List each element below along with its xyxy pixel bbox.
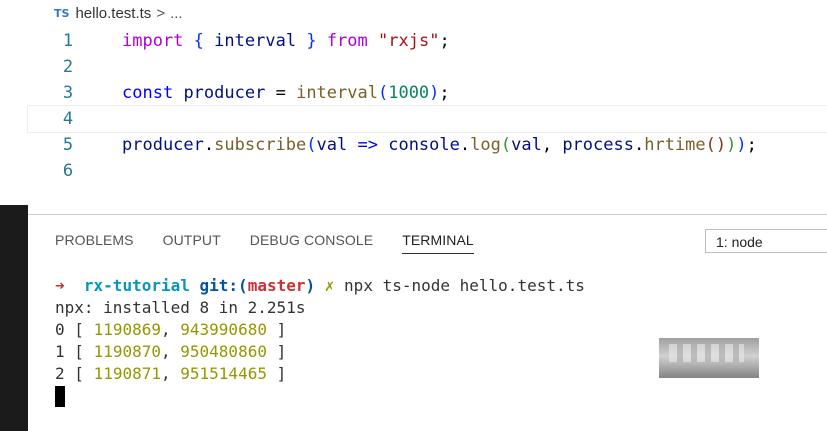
output-bracket: ]	[276, 320, 287, 339]
typescript-file-icon: TS	[54, 6, 70, 20]
token-paren: )	[429, 83, 440, 103]
output-value: 1190869	[93, 320, 161, 339]
token-punctuation: .	[203, 135, 215, 155]
output-value: 950480860	[180, 342, 267, 361]
output-bracket: ]	[276, 342, 287, 361]
token-brace: }	[306, 31, 317, 51]
terminal-output-row: 0 [ 1190869, 943990680 ]	[55, 320, 287, 339]
output-bracket: [	[74, 342, 84, 361]
token-operator: =>	[357, 135, 378, 155]
token-keyword: const	[122, 83, 174, 103]
terminal-output-row: 2 [ 1190871, 951514465 ]	[55, 364, 287, 383]
line-number: 4	[62, 109, 74, 129]
token-punctuation: ,	[541, 135, 553, 155]
token-paren: (	[306, 135, 317, 155]
line-number: 6	[62, 161, 74, 181]
output-bracket: ]	[276, 364, 287, 383]
token-keyword: import	[122, 31, 184, 51]
token-number: 1000	[388, 83, 430, 103]
panel-tabs: PROBLEMS OUTPUT DEBUG CONSOLE TERMINAL	[55, 232, 503, 254]
token-operator: =	[275, 83, 286, 103]
tab-problems[interactable]: PROBLEMS	[55, 232, 134, 254]
output-bracket: [	[74, 364, 84, 383]
token-string: "rxjs"	[378, 31, 440, 51]
dirty-mark-icon: ✗	[324, 276, 335, 295]
line-number: 3	[62, 83, 74, 103]
token-function: subscribe	[214, 135, 307, 155]
token-paren: )	[726, 135, 737, 155]
line-number: 1	[62, 31, 74, 51]
terminal-prompt-line: ➜ rx-tutorial git:(master) ✗ npx ts-node…	[55, 275, 585, 297]
token-paren: )	[736, 135, 747, 155]
output-value: 943990680	[180, 320, 267, 339]
output-index: 0	[55, 320, 65, 339]
output-value: 1190870	[93, 342, 161, 361]
token-identifier: producer	[122, 135, 204, 155]
video-thumbnail	[659, 338, 759, 378]
terminal-cursor-line	[55, 385, 585, 407]
terminal-command: npx ts-node hello.test.ts	[344, 276, 585, 295]
git-label-close: )	[305, 276, 316, 295]
token-identifier: val	[316, 135, 348, 155]
token-identifier: console	[388, 135, 460, 155]
breadcrumb-file[interactable]: hello.test.ts	[75, 5, 151, 22]
terminal-cursor	[55, 386, 65, 407]
prompt-directory: rx-tutorial	[83, 276, 190, 295]
tab-terminal[interactable]: TERMINAL	[402, 232, 474, 254]
code-line-2[interactable]: 2	[28, 54, 827, 80]
token-paren: (	[500, 135, 512, 155]
left-edge-top	[0, 0, 28, 205]
token-punctuation: ;	[439, 83, 450, 103]
code-editor[interactable]: TS hello.test.ts > ... 1 import { interv…	[27, 0, 827, 215]
git-label: git:(	[199, 276, 248, 295]
code-line-5[interactable]: 5 producer.subscribe(val => console.log(…	[28, 132, 827, 158]
terminal-line: npx: installed 8 in 2.251s	[55, 298, 306, 317]
chevron-right-icon: >	[156, 4, 166, 22]
token-identifier: process	[562, 135, 634, 155]
output-value: 1190871	[93, 364, 161, 383]
code-text: producer.subscribe(val => console.log(va…	[122, 132, 757, 158]
token-function: log	[470, 135, 501, 155]
code-text: import { interval } from "rxjs";	[122, 28, 450, 54]
window-left-edge	[0, 0, 28, 431]
code-line-4[interactable]: 4	[27, 105, 827, 133]
output-value: 951514465	[180, 364, 267, 383]
output-bracket: [	[74, 320, 84, 339]
output-index: 2	[55, 364, 65, 383]
tab-debug-console[interactable]: DEBUG CONSOLE	[250, 232, 373, 254]
code-line-3[interactable]: 3 const producer = interval(1000);	[28, 80, 827, 106]
code-area[interactable]: 1 import { interval } from "rxjs"; 2 3 c…	[27, 28, 827, 184]
panel-divider	[28, 214, 827, 215]
token-brace: {	[193, 31, 204, 51]
token-keyword: from	[326, 31, 368, 51]
code-line-6[interactable]: 6	[28, 158, 827, 184]
git-branch: master	[247, 276, 306, 295]
code-line-1[interactable]: 1 import { interval } from "rxjs";	[28, 28, 827, 54]
token-function: hrtime	[644, 135, 706, 155]
breadcrumb-ellipsis[interactable]: ...	[170, 5, 183, 22]
terminal-output[interactable]: ➜ rx-tutorial git:(master) ✗ npx ts-node…	[55, 275, 585, 407]
token-punctuation: .	[633, 135, 645, 155]
token-function: interval	[296, 83, 378, 103]
token-paren: (	[377, 83, 389, 103]
token-paren: ()	[705, 135, 727, 155]
token-punctuation: ;	[746, 135, 757, 155]
line-number: 5	[62, 135, 74, 155]
token-identifier: producer	[183, 83, 266, 103]
output-index: 1	[55, 342, 65, 361]
terminal-output-row: 1 [ 1190870, 950480860 ]	[55, 342, 287, 361]
prompt-arrow-icon: ➜	[55, 276, 65, 295]
token-identifier: val	[511, 135, 542, 155]
line-number: 2	[62, 57, 74, 77]
token-identifier: interval	[214, 31, 297, 51]
breadcrumb[interactable]: TS hello.test.ts > ...	[54, 3, 183, 23]
terminal-select[interactable]: 1: node	[705, 229, 827, 253]
token-punctuation: ;	[439, 31, 450, 51]
tab-output[interactable]: OUTPUT	[163, 232, 221, 254]
code-text: const producer = interval(1000);	[122, 80, 450, 106]
token-punctuation: .	[459, 135, 471, 155]
